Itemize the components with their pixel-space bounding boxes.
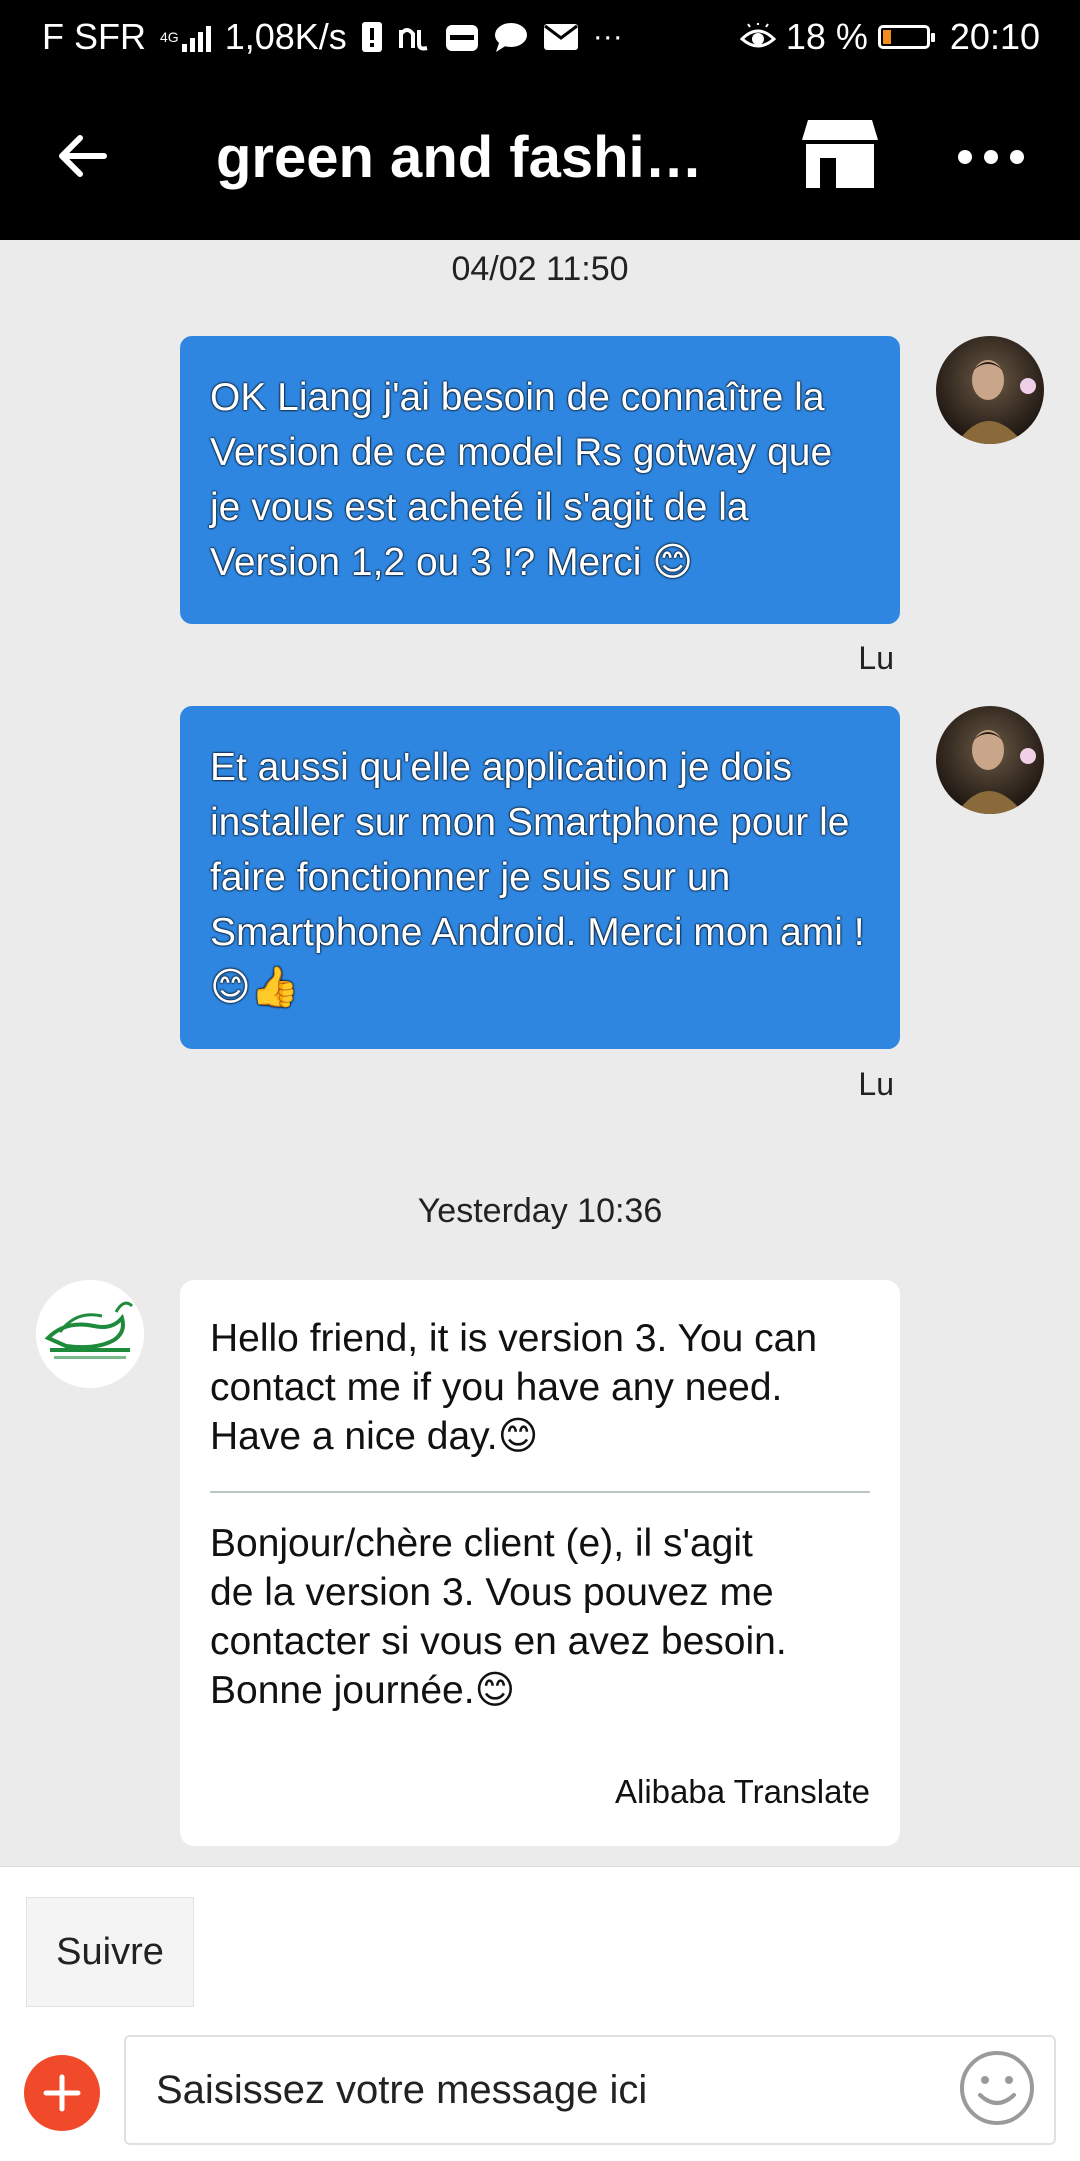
store-icon[interactable] <box>800 116 880 192</box>
chat-title: green and fashio… <box>216 125 736 190</box>
alert-icon <box>361 21 383 53</box>
emoji-icon[interactable] <box>958 2049 1036 2127</box>
plus-icon <box>43 2074 81 2112</box>
shop-avatar[interactable] <box>36 1280 144 1388</box>
app-notification-icon <box>397 22 431 52</box>
chat-header: green and fashio… <box>0 72 1080 240</box>
status-bar: F SFR 4G 1,08K/s ··· 18 % 20:10 <box>0 0 1080 72</box>
eye-comfort-icon <box>739 23 776 51</box>
sender-name: Lu <box>858 1066 894 1102</box>
clock: 20:10 <box>949 16 1040 57</box>
chat-notification-icon <box>493 21 529 53</box>
carrier-label: F SFR <box>42 16 146 57</box>
incoming-message[interactable]: Hello friend, it is version 3. You can c… <box>180 1280 900 1846</box>
back-arrow-icon[interactable] <box>52 126 112 186</box>
translation-divider <box>210 1491 870 1493</box>
translation-credit: Alibaba Translate <box>615 1773 870 1810</box>
network-speed: 1,08K/s <box>224 16 347 57</box>
battery-percent: 18 % <box>785 16 868 57</box>
mail-icon <box>543 23 579 51</box>
add-attachment-button[interactable] <box>24 2055 100 2131</box>
message-placeholder: Saisissez votre message ici <box>156 2067 648 2112</box>
outgoing-message[interactable]: Et aussi qu'elle application je dois ins… <box>180 706 900 1049</box>
chat-messages: 04/02 11:50 OK Liang j'ai besoin de conn… <box>0 240 1080 1866</box>
composer-area: Suivre Saisissez votre message ici <box>0 1866 1080 2161</box>
huawei-icon <box>445 21 479 53</box>
translated-text: Bonjour/chère client (e), il s'agit de l… <box>210 1522 787 1712</box>
follow-button[interactable]: Suivre <box>26 1897 194 2007</box>
user-avatar[interactable] <box>936 336 1044 444</box>
sender-name: Lu <box>858 640 894 676</box>
more-dots-icon[interactable] <box>958 150 1024 164</box>
message-input[interactable]: Saisissez votre message ici <box>124 2035 1056 2145</box>
more-notifications-icon: ··· <box>592 20 623 53</box>
outgoing-message[interactable]: OK Liang j'ai besoin de connaître la Ver… <box>180 336 900 624</box>
timestamp: Yesterday 10:36 <box>417 1192 663 1230</box>
battery-icon <box>877 25 935 49</box>
signal-icon: 4G <box>160 22 211 52</box>
user-avatar[interactable] <box>936 706 1044 814</box>
message-text: Hello friend, it is version 3. You can c… <box>210 1317 818 1458</box>
timestamp: 04/02 11:50 <box>451 250 629 288</box>
